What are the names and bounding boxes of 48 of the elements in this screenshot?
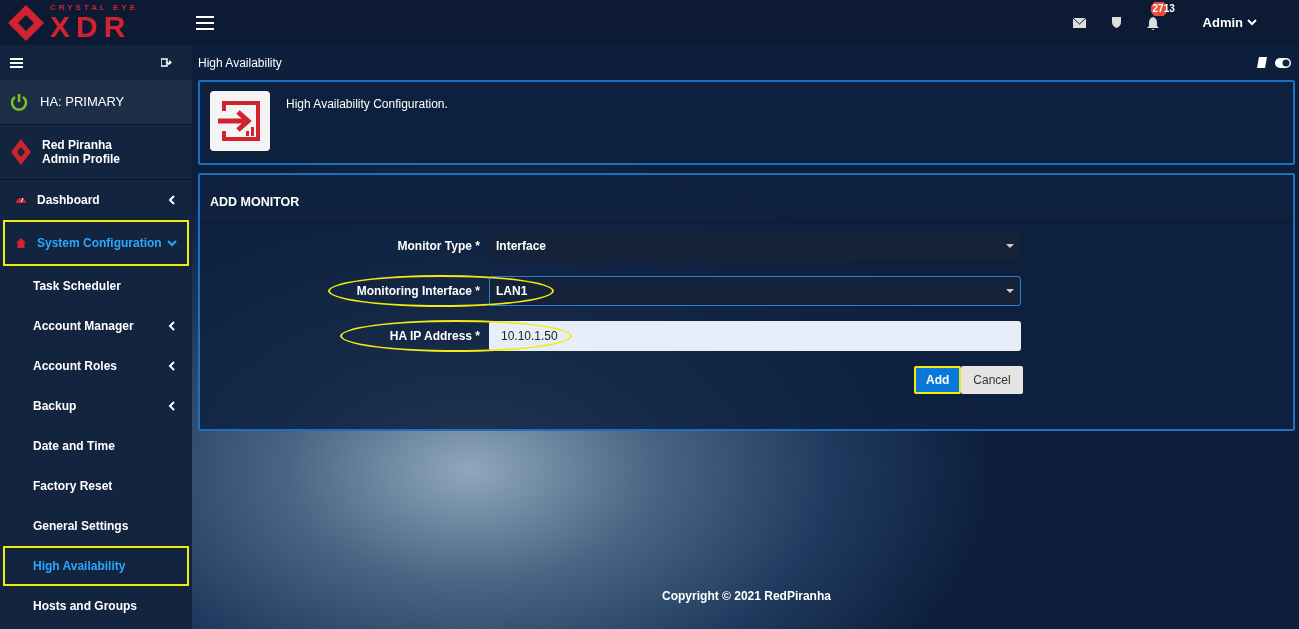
profile-name: Red Piranha <box>42 137 114 152</box>
copyright-text: Copyright © 2021 RedPiranha <box>662 588 831 605</box>
chevron-left-icon <box>167 401 177 411</box>
chevron-left-icon <box>167 361 177 371</box>
chevron-down-icon[interactable] <box>1247 19 1257 26</box>
sidebar-item[interactable]: Factory Reset <box>3 466 189 506</box>
sidebar-item[interactable]: High Availability <box>3 546 189 586</box>
page-title: High Availability <box>198 54 282 72</box>
sidebar-item[interactable]: Date and Time <box>3 426 189 466</box>
ha-status: HA: PRIMARY <box>40 93 125 112</box>
book-icon[interactable] <box>1257 57 1267 68</box>
profile-role: Admin Profile <box>42 152 120 167</box>
sidebar-item[interactable]: Account Manager <box>3 306 189 346</box>
logo-tagline: CRYSTAL EYE <box>50 3 138 12</box>
logout-icon[interactable] <box>161 58 172 67</box>
cancel-button[interactable]: Cancel <box>961 366 1023 394</box>
menu-icon[interactable] <box>10 57 23 68</box>
sidebar-item[interactable]: Backup <box>3 386 189 426</box>
input-field[interactable]: 10.10.1.50 <box>489 321 1021 351</box>
chevron-left-icon <box>167 321 177 331</box>
sidebar-item[interactable]: System Configuration <box>3 220 189 266</box>
user-menu[interactable]: Admin <box>1202 12 1243 33</box>
sidebar-item[interactable]: Account Roles <box>3 346 189 386</box>
home-icon <box>15 237 27 249</box>
chevron-down-icon <box>167 238 177 248</box>
sidebar-item[interactable]: Dashboard <box>3 180 189 220</box>
mail-icon[interactable] <box>1072 17 1086 28</box>
sidebar-item[interactable]: Hosts and Groups <box>3 586 189 626</box>
bell-icon[interactable] <box>1146 16 1159 30</box>
field-label: Monitor Type * <box>397 239 480 253</box>
logo-icon <box>10 138 32 166</box>
sidebar-item[interactable]: Task Scheduler <box>3 266 189 306</box>
field-label: HA IP Address * <box>389 329 480 343</box>
info-text: High Availability Configuration. <box>286 96 448 113</box>
add-button[interactable]: Add <box>914 366 962 394</box>
select-field[interactable]: LAN1 <box>489 276 1021 306</box>
menu-icon[interactable] <box>196 15 214 30</box>
sidebar-item[interactable]: General Settings <box>3 506 189 546</box>
logo-wordmark: XDR <box>50 11 132 42</box>
power-icon <box>10 93 28 111</box>
shield-icon[interactable] <box>1111 17 1121 28</box>
form-title: ADD MONITOR <box>210 195 300 209</box>
caret-icon[interactable] <box>1006 289 1014 293</box>
toggle-icon[interactable] <box>1275 57 1291 68</box>
caret-icon[interactable] <box>1006 244 1014 248</box>
chevron-left-icon <box>167 195 177 205</box>
select-field[interactable]: Interface <box>489 231 1021 261</box>
field-label: Monitoring Interface * <box>356 284 480 298</box>
